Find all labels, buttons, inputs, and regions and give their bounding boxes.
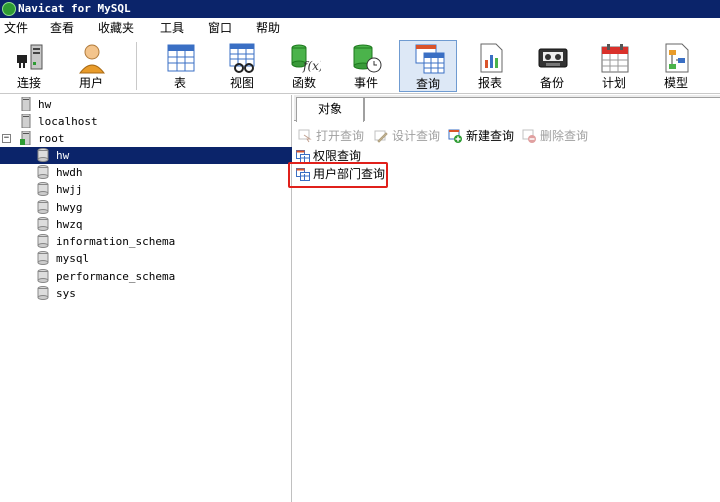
- tree-database-hwyg[interactable]: hwyg: [0, 199, 292, 216]
- open-query-icon: [298, 129, 312, 143]
- action-label: 设计查询: [392, 129, 441, 143]
- toolbar-schedule-button[interactable]: 计划: [585, 40, 643, 92]
- action-label: 删除查询: [540, 129, 589, 143]
- schedule-icon: [601, 44, 629, 73]
- toolbar-label: 视图: [229, 76, 254, 90]
- database-icon: [37, 217, 49, 231]
- tree-label: hw: [38, 98, 52, 111]
- tree-label: hw: [56, 149, 70, 162]
- tree-label: hwjj: [56, 183, 83, 196]
- toolbar-label: 函数: [291, 76, 316, 90]
- database-icon: [37, 286, 49, 300]
- toolbar-label: 事件: [353, 76, 378, 90]
- title-bar: Navicat for MySQL: [0, 0, 720, 18]
- toolbar-label: 模型: [663, 76, 688, 90]
- database-icon: [37, 165, 49, 179]
- toolbar-label: 查询: [415, 77, 440, 91]
- server-connected-icon: [20, 131, 31, 145]
- tree-database-performance-schema[interactable]: performance_schema: [0, 268, 292, 285]
- table-icon: [167, 44, 195, 72]
- database-icon: [37, 182, 49, 196]
- menu-view[interactable]: 查看: [50, 21, 74, 35]
- tree-database-hwjj[interactable]: hwjj: [0, 181, 292, 198]
- tree-database-mysql[interactable]: mysql: [0, 250, 292, 267]
- tree-database-sys[interactable]: sys: [0, 285, 292, 302]
- action-label: 打开查询: [316, 129, 365, 143]
- navicat-app-icon: [2, 2, 16, 16]
- tree-label: root: [38, 132, 65, 145]
- backup-icon: [538, 48, 568, 68]
- collapse-toggle[interactable]: −: [2, 134, 11, 143]
- tree-label: performance_schema: [56, 270, 176, 283]
- action-label: 新建查询: [466, 129, 515, 143]
- tab-objects[interactable]: 对象: [296, 97, 364, 122]
- toolbar-connection-button[interactable]: 连接: [0, 40, 58, 92]
- toolbar-label: 报表: [477, 76, 502, 90]
- toolbar-view-button[interactable]: 视图: [213, 40, 271, 92]
- toolbar-label: 用户: [78, 76, 103, 90]
- toolbar-label: 表: [173, 76, 186, 90]
- tree-database-hwzq[interactable]: hwzq: [0, 216, 292, 233]
- tree-label: information_schema: [56, 235, 176, 248]
- tree-database-hw[interactable]: hw: [0, 147, 292, 164]
- object-pane: 对象 打开查询 设计查询 新建查询 删除查询 权限查询 用户部门查询: [288, 95, 720, 502]
- view-icon: [229, 43, 255, 73]
- database-icon: [37, 200, 49, 214]
- toolbar-separator: [136, 42, 137, 90]
- connection-icon: [17, 44, 43, 70]
- menu-tools[interactable]: 工具: [160, 21, 184, 35]
- toolbar-label: 备份: [539, 76, 564, 90]
- menu-window[interactable]: 窗口: [208, 21, 232, 35]
- database-icon: [37, 269, 49, 283]
- toolbar-backup-button[interactable]: 备份: [523, 40, 581, 92]
- database-icon: [37, 251, 49, 265]
- report-icon: [480, 43, 503, 73]
- toolbar-query-button[interactable]: 查询: [399, 40, 457, 92]
- connection-tree-pane[interactable]: hw localhost − root hw hwdh hwjj hwyg hw…: [0, 95, 292, 502]
- tree-label: mysql: [56, 252, 90, 265]
- function-icon: f(x): [291, 44, 321, 73]
- database-icon: [37, 148, 49, 162]
- tree-label: hwdh: [56, 166, 83, 179]
- tree-database-hwdh[interactable]: hwdh: [0, 164, 292, 181]
- new-query-icon: [448, 129, 462, 143]
- database-icon: [37, 234, 49, 248]
- tab-strip-empty-area: [364, 97, 720, 121]
- menu-file[interactable]: 文件: [4, 21, 28, 35]
- toolbar-model-button[interactable]: 模型: [647, 40, 705, 92]
- window-title: Navicat for MySQL: [18, 2, 131, 15]
- tree-label: hwyg: [56, 201, 83, 214]
- event-icon: [353, 44, 382, 73]
- model-icon: [665, 43, 689, 73]
- delete-query-icon: [522, 129, 536, 143]
- tree-label: hwzq: [56, 218, 83, 231]
- toolbar-table-button[interactable]: 表: [151, 40, 209, 92]
- toolbar-function-button[interactable]: f(x) 函数: [275, 40, 333, 92]
- query-icon: [415, 44, 445, 74]
- server-icon: [21, 114, 31, 128]
- tree-connection-hw[interactable]: hw: [0, 96, 292, 113]
- annotation-highlight-box: [288, 162, 388, 188]
- menu-help[interactable]: 帮助: [256, 21, 280, 35]
- query-action-bar: 打开查询 设计查询 新建查询 删除查询: [294, 125, 720, 147]
- svg-text:f(x): f(x): [302, 59, 321, 73]
- tree-database-information-schema[interactable]: information_schema: [0, 233, 292, 250]
- menu-bar: 文件 查看 收藏夹 工具 窗口 帮助: [0, 18, 720, 38]
- main-toolbar: 连接 用户 表 视图 f(x) 函数: [0, 38, 720, 94]
- object-tab-strip: 对象: [294, 95, 720, 122]
- toolbar-user-button[interactable]: 用户: [62, 40, 120, 92]
- tree-connection-localhost[interactable]: localhost: [0, 113, 292, 130]
- toolbar-label: 计划: [601, 76, 626, 90]
- user-icon: [78, 44, 106, 74]
- toolbar-label: 连接: [16, 76, 41, 90]
- tree-label: localhost: [38, 115, 98, 128]
- toolbar-report-button[interactable]: 报表: [461, 40, 519, 92]
- server-icon: [21, 97, 31, 111]
- menu-favorites[interactable]: 收藏夹: [98, 21, 134, 35]
- toolbar-event-button[interactable]: 事件: [337, 40, 395, 92]
- tree-connection-root[interactable]: − root: [0, 130, 292, 147]
- tree-label: sys: [56, 287, 76, 300]
- design-query-icon: [374, 130, 388, 143]
